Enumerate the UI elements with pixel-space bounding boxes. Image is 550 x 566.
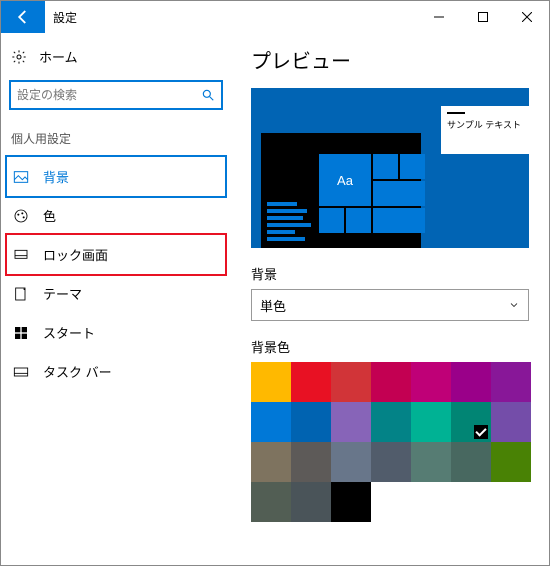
nav-item-label: テーマ xyxy=(43,284,82,303)
start-icon xyxy=(13,325,29,341)
color-swatch[interactable] xyxy=(251,482,291,522)
background-label: 背景 xyxy=(251,264,531,283)
window-title: 設定 xyxy=(45,1,417,33)
arrow-left-icon xyxy=(14,8,32,26)
preview-note: サンプル テキスト xyxy=(441,106,529,154)
maximize-icon xyxy=(478,12,488,22)
nav-item-label: タスク バー xyxy=(43,362,112,381)
color-swatches xyxy=(251,362,531,522)
color-swatch[interactable] xyxy=(291,482,331,522)
color-swatch[interactable] xyxy=(331,362,371,402)
maximize-button[interactable] xyxy=(461,1,505,33)
back-button[interactable] xyxy=(1,1,45,33)
color-swatch[interactable] xyxy=(251,362,291,402)
taskbar-icon xyxy=(13,364,29,380)
content-pane: プレビュー Aa サンプル テキスト 背景 単色 背景色 xyxy=(231,33,549,565)
color-swatch[interactable] xyxy=(251,402,291,442)
sidebar: ホーム 個人用設定 背景 色 ロック画面 テーマ スタート タスク xyxy=(1,33,231,565)
lockscreen-icon xyxy=(13,247,29,263)
preview-tile-aa: Aa xyxy=(319,154,371,206)
color-swatch[interactable] xyxy=(291,362,331,402)
nav-item-label: スタート xyxy=(43,323,95,342)
theme-icon xyxy=(13,286,29,302)
nav-item-label: 背景 xyxy=(43,167,69,186)
color-swatch[interactable] xyxy=(331,442,371,482)
dropdown-value: 単色 xyxy=(260,296,286,315)
color-swatch[interactable] xyxy=(491,362,531,402)
background-dropdown[interactable]: 単色 xyxy=(251,289,529,321)
color-swatch[interactable] xyxy=(411,362,451,402)
home-button[interactable]: ホーム xyxy=(7,41,225,72)
nav-item-start[interactable]: スタート xyxy=(7,313,225,352)
color-swatch[interactable] xyxy=(291,442,331,482)
minimize-button[interactable] xyxy=(417,1,461,33)
nav-item-lockscreen[interactable]: ロック画面 xyxy=(7,235,225,274)
color-swatch[interactable] xyxy=(451,442,491,482)
home-label: ホーム xyxy=(39,47,78,66)
color-swatch[interactable] xyxy=(451,402,491,442)
color-swatch[interactable] xyxy=(411,402,451,442)
nav-item-label: ロック画面 xyxy=(43,245,108,264)
picture-icon xyxy=(13,169,29,185)
search-input[interactable] xyxy=(17,88,201,102)
color-swatch[interactable] xyxy=(331,402,371,442)
nav-item-taskbar[interactable]: タスク バー xyxy=(7,352,225,391)
palette-icon xyxy=(13,208,29,224)
search-icon xyxy=(201,88,215,102)
color-swatch[interactable] xyxy=(491,402,531,442)
background-color-label: 背景色 xyxy=(251,337,531,356)
gear-icon xyxy=(11,49,27,65)
preview-heading: プレビュー xyxy=(251,45,531,74)
color-swatch[interactable] xyxy=(451,362,491,402)
color-swatch[interactable] xyxy=(291,402,331,442)
nav-item-colors[interactable]: 色 xyxy=(7,196,225,235)
close-button[interactable] xyxy=(505,1,549,33)
titlebar: 設定 xyxy=(1,1,549,33)
color-swatch[interactable] xyxy=(371,362,411,402)
nav-item-themes[interactable]: テーマ xyxy=(7,274,225,313)
close-icon xyxy=(522,12,532,22)
color-swatch[interactable] xyxy=(331,482,371,522)
preview-area: Aa サンプル テキスト xyxy=(251,88,529,248)
search-box[interactable] xyxy=(9,80,223,110)
nav-item-label: 色 xyxy=(43,206,56,225)
chevron-down-icon xyxy=(508,299,520,311)
preview-note-text: サンプル テキスト xyxy=(447,118,523,131)
nav-item-background[interactable]: 背景 xyxy=(7,157,225,196)
color-swatch[interactable] xyxy=(251,442,291,482)
section-label: 個人用設定 xyxy=(7,126,225,157)
color-swatch[interactable] xyxy=(491,442,531,482)
color-swatch[interactable] xyxy=(411,442,451,482)
minimize-icon xyxy=(434,12,444,22)
color-swatch[interactable] xyxy=(371,442,411,482)
color-swatch[interactable] xyxy=(371,402,411,442)
